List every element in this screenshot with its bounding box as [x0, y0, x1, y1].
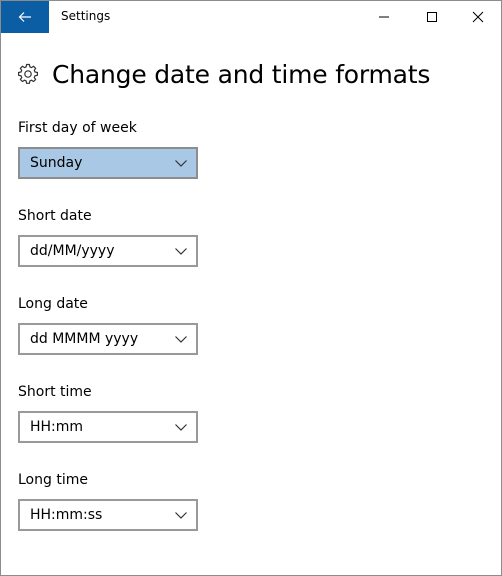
first-day-of-week-dropdown[interactable]: Sunday — [18, 147, 198, 179]
short-date-dropdown[interactable]: dd/MM/yyyy — [18, 235, 198, 267]
short-date-value: dd/MM/yyyy — [30, 243, 115, 259]
arrow-left-icon — [18, 12, 31, 22]
short-date-setting: Short date dd/MM/yyyy — [18, 206, 198, 267]
gear-icon — [17, 63, 39, 85]
short-time-label: Short time — [18, 384, 92, 400]
short-time-value: HH:mm — [30, 419, 84, 435]
title-bar: Settings — [1, 1, 501, 33]
long-time-setting: Long time HH:mm:ss — [18, 470, 198, 531]
maximize-icon — [427, 12, 437, 22]
first-day-of-week-setting: First day of week Sunday — [18, 118, 198, 179]
long-time-dropdown[interactable]: HH:mm:ss — [18, 499, 198, 531]
minimize-icon — [379, 16, 389, 18]
long-date-value: dd MMMM yyyy — [30, 331, 139, 347]
back-button[interactable] — [1, 1, 49, 33]
window-title: Settings — [61, 9, 111, 23]
first-day-of-week-value: Sunday — [30, 155, 83, 171]
chevron-down-icon — [174, 508, 188, 522]
settings-window: Settings Change date and time formats Fi… — [0, 0, 502, 576]
long-date-setting: Long date dd MMMM yyyy — [18, 294, 198, 355]
short-time-dropdown[interactable]: HH:mm — [18, 411, 198, 443]
chevron-down-icon — [174, 156, 188, 170]
minimize-button[interactable] — [361, 1, 407, 33]
chevron-down-icon — [174, 332, 188, 346]
close-button[interactable] — [455, 1, 501, 33]
page-header: Change date and time formats — [17, 57, 430, 91]
short-time-setting: Short time HH:mm — [18, 382, 198, 443]
maximize-button[interactable] — [409, 1, 455, 33]
chevron-down-icon — [174, 244, 188, 258]
short-date-label: Short date — [18, 208, 92, 224]
close-icon — [472, 11, 484, 23]
long-date-dropdown[interactable]: dd MMMM yyyy — [18, 323, 198, 355]
long-date-label: Long date — [18, 296, 88, 312]
long-time-label: Long time — [18, 472, 88, 488]
first-day-of-week-label: First day of week — [18, 120, 137, 136]
long-time-value: HH:mm:ss — [30, 507, 103, 523]
page-title: Change date and time formats — [52, 59, 431, 89]
chevron-down-icon — [174, 420, 188, 434]
